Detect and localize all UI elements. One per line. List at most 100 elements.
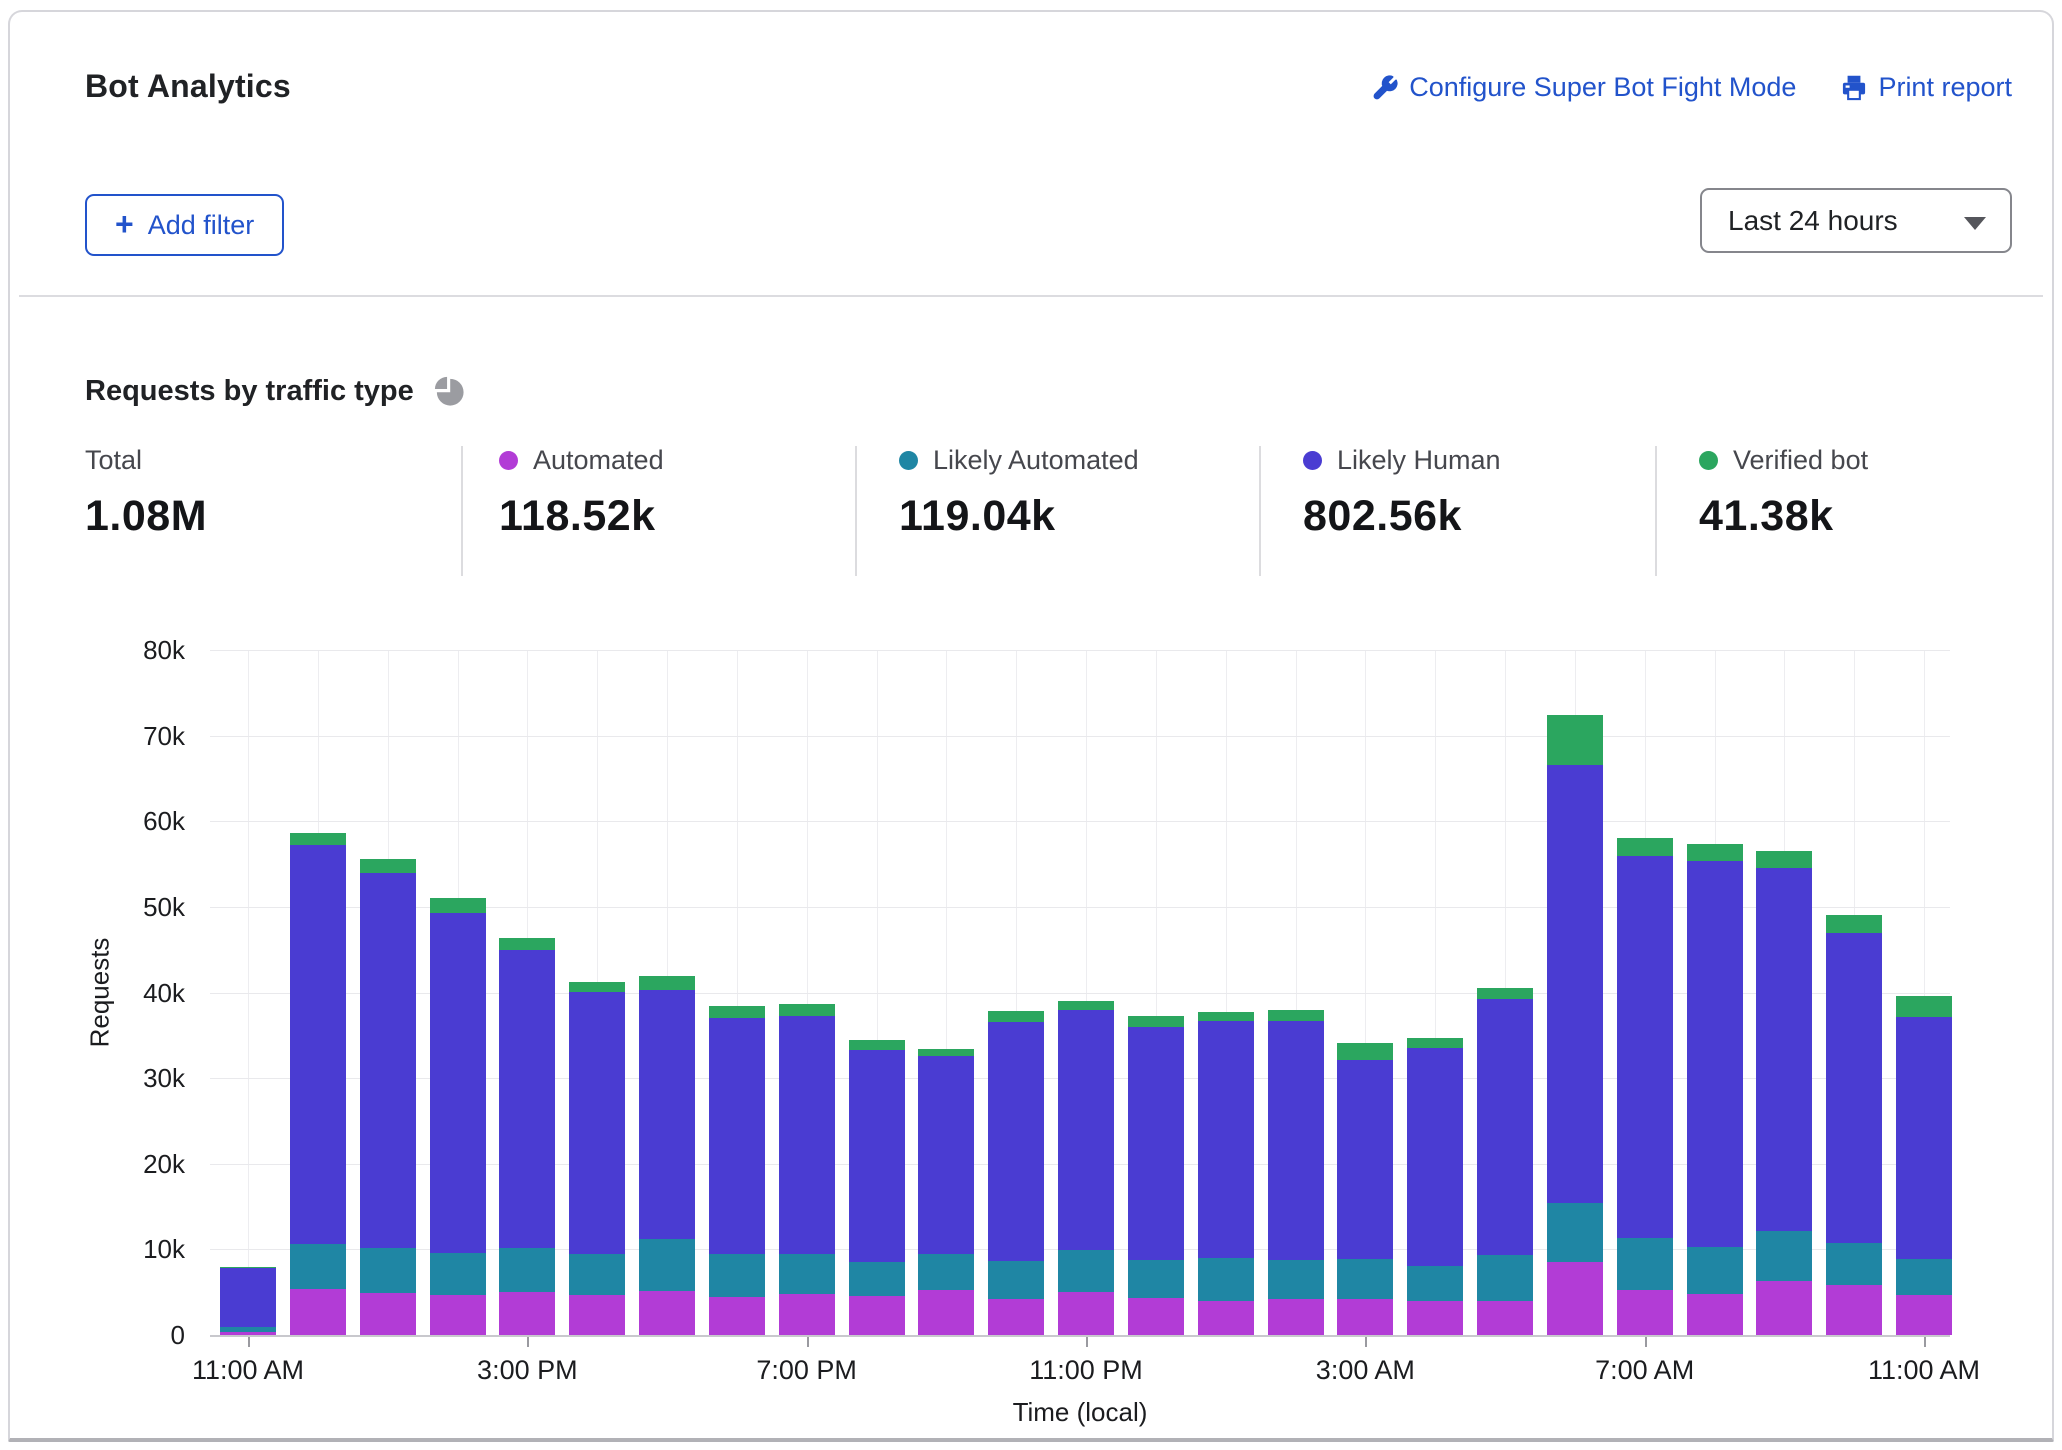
- segment-likely-automated: [1337, 1259, 1393, 1299]
- segment-verified-bot: [709, 1006, 765, 1018]
- bot-analytics-page: Bot Analytics Configure Super Bot Fight …: [0, 0, 2062, 1450]
- segment-verified-bot: [499, 938, 555, 950]
- configure-link-label: Configure Super Bot Fight Mode: [1409, 72, 1796, 103]
- segment-likely-automated: [1826, 1243, 1882, 1285]
- segment-verified-bot: [1617, 838, 1673, 855]
- segment-verified-bot: [1058, 1001, 1114, 1010]
- page-title: Bot Analytics: [85, 68, 291, 105]
- stat-label: Likely Human: [1337, 445, 1501, 476]
- segment-likely-automated: [1756, 1231, 1812, 1282]
- segment-likely-automated: [430, 1253, 486, 1295]
- segment-automated: [1407, 1301, 1463, 1335]
- segment-automated: [1268, 1299, 1324, 1335]
- segment-verified-bot: [849, 1040, 905, 1049]
- bar-3-00-am-16[interactable]: [1337, 1043, 1393, 1335]
- segment-likely-human: [1617, 856, 1673, 1239]
- segment-likely-automated: [639, 1239, 695, 1291]
- stat-label: Verified bot: [1733, 445, 1868, 476]
- segment-automated: [1687, 1294, 1743, 1335]
- segment-likely-automated: [849, 1262, 905, 1296]
- segment-automated: [988, 1299, 1044, 1335]
- segment-verified-bot: [1337, 1043, 1393, 1060]
- segment-likely-human: [1687, 861, 1743, 1246]
- time-range-select[interactable]: Last 24 hours: [1700, 188, 2012, 253]
- segment-verified-bot: [779, 1004, 835, 1016]
- segment-likely-automated: [709, 1254, 765, 1297]
- segment-automated: [499, 1292, 555, 1335]
- add-filter-button[interactable]: + Add filter: [85, 194, 284, 256]
- segment-likely-human: [918, 1056, 974, 1254]
- stat-divider: [461, 446, 463, 576]
- segment-likely-automated: [1617, 1238, 1673, 1289]
- bar-11-00-am-0[interactable]: [220, 1267, 276, 1336]
- bar-2-00-am-15[interactable]: [1268, 1010, 1324, 1335]
- bar-7-00-pm-8[interactable]: [779, 1004, 835, 1335]
- segment-automated: [290, 1289, 346, 1335]
- bar-8-00-am-21[interactable]: [1687, 844, 1743, 1335]
- segment-automated: [1756, 1281, 1812, 1335]
- bar-9-00-am-22[interactable]: [1756, 851, 1812, 1335]
- segment-likely-human: [290, 845, 346, 1244]
- bar-3-00-pm-4[interactable]: [499, 938, 555, 1335]
- stats-row: Total1.08MAutomated118.52kLikely Automat…: [10, 436, 2062, 586]
- legend-dot: [1303, 451, 1322, 470]
- stat-value: 1.08M: [85, 492, 207, 541]
- segment-verified-bot: [1756, 851, 1812, 868]
- segment-likely-human: [499, 950, 555, 1248]
- segment-verified-bot: [1268, 1010, 1324, 1020]
- segment-likely-automated: [499, 1248, 555, 1293]
- bar-5-00-am-18[interactable]: [1477, 988, 1533, 1335]
- bar-6-00-am-19[interactable]: [1547, 715, 1603, 1335]
- segment-likely-automated: [1687, 1247, 1743, 1294]
- segment-likely-human: [1547, 765, 1603, 1203]
- stat-divider: [1259, 446, 1261, 576]
- segment-likely-human: [1407, 1048, 1463, 1265]
- segment-likely-automated: [1268, 1260, 1324, 1299]
- bar-1-00-am-14[interactable]: [1198, 1012, 1254, 1335]
- bar-11-00-pm-12[interactable]: [1058, 1001, 1114, 1335]
- segment-likely-human: [849, 1050, 905, 1262]
- segment-likely-human: [1198, 1021, 1254, 1258]
- segment-verified-bot: [1477, 988, 1533, 999]
- segment-likely-human: [1826, 933, 1882, 1243]
- stat-value: 41.38k: [1699, 492, 1868, 541]
- stat-block-verified-bot: Verified bot 41.38k: [1699, 444, 1868, 541]
- bar-2-00-pm-3[interactable]: [430, 898, 486, 1335]
- stat-value: 119.04k: [899, 492, 1139, 541]
- stat-label: Likely Automated: [933, 445, 1139, 476]
- segment-verified-bot: [1826, 915, 1882, 933]
- segment-likely-automated: [1896, 1259, 1952, 1295]
- segment-automated: [779, 1294, 835, 1335]
- segment-automated: [1547, 1262, 1603, 1335]
- bar-7-00-am-20[interactable]: [1617, 838, 1673, 1335]
- configure-super-bot-fight-mode-link[interactable]: Configure Super Bot Fight Mode: [1371, 72, 1796, 103]
- segment-likely-human: [1477, 999, 1533, 1254]
- print-report-link[interactable]: Print report: [1840, 72, 2012, 103]
- segment-likely-automated: [360, 1248, 416, 1293]
- bar-4-00-pm-5[interactable]: [569, 982, 625, 1335]
- segment-likely-automated: [1407, 1266, 1463, 1301]
- segment-likely-automated: [779, 1254, 835, 1294]
- header-divider: [19, 295, 2043, 297]
- segment-likely-automated: [988, 1261, 1044, 1299]
- segment-automated: [1896, 1295, 1952, 1335]
- bar-9-00-pm-10[interactable]: [918, 1049, 974, 1335]
- segment-verified-bot: [1547, 715, 1603, 765]
- bar-10-00-am-23[interactable]: [1826, 915, 1882, 1335]
- bar-10-00-pm-11[interactable]: [988, 1011, 1044, 1335]
- stat-block-likely-human: Likely Human802.56k: [1303, 444, 1501, 541]
- bar-8-00-pm-9[interactable]: [849, 1040, 905, 1335]
- bar-12-00-pm-1[interactable]: [290, 833, 346, 1335]
- bar-1-00-pm-2[interactable]: [360, 859, 416, 1335]
- bar-4-00-am-17[interactable]: [1407, 1038, 1463, 1335]
- bar-5-00-pm-6[interactable]: [639, 976, 695, 1335]
- bar-6-00-pm-7[interactable]: [709, 1006, 765, 1335]
- segment-likely-human: [988, 1022, 1044, 1262]
- bar-11-00-am-24[interactable]: [1896, 996, 1952, 1335]
- segment-automated: [220, 1332, 276, 1335]
- segment-automated: [1198, 1301, 1254, 1335]
- segment-likely-automated: [918, 1254, 974, 1291]
- bar-12-00-am-13[interactable]: [1128, 1016, 1184, 1335]
- plus-icon: +: [115, 208, 134, 240]
- segment-automated: [1477, 1301, 1533, 1335]
